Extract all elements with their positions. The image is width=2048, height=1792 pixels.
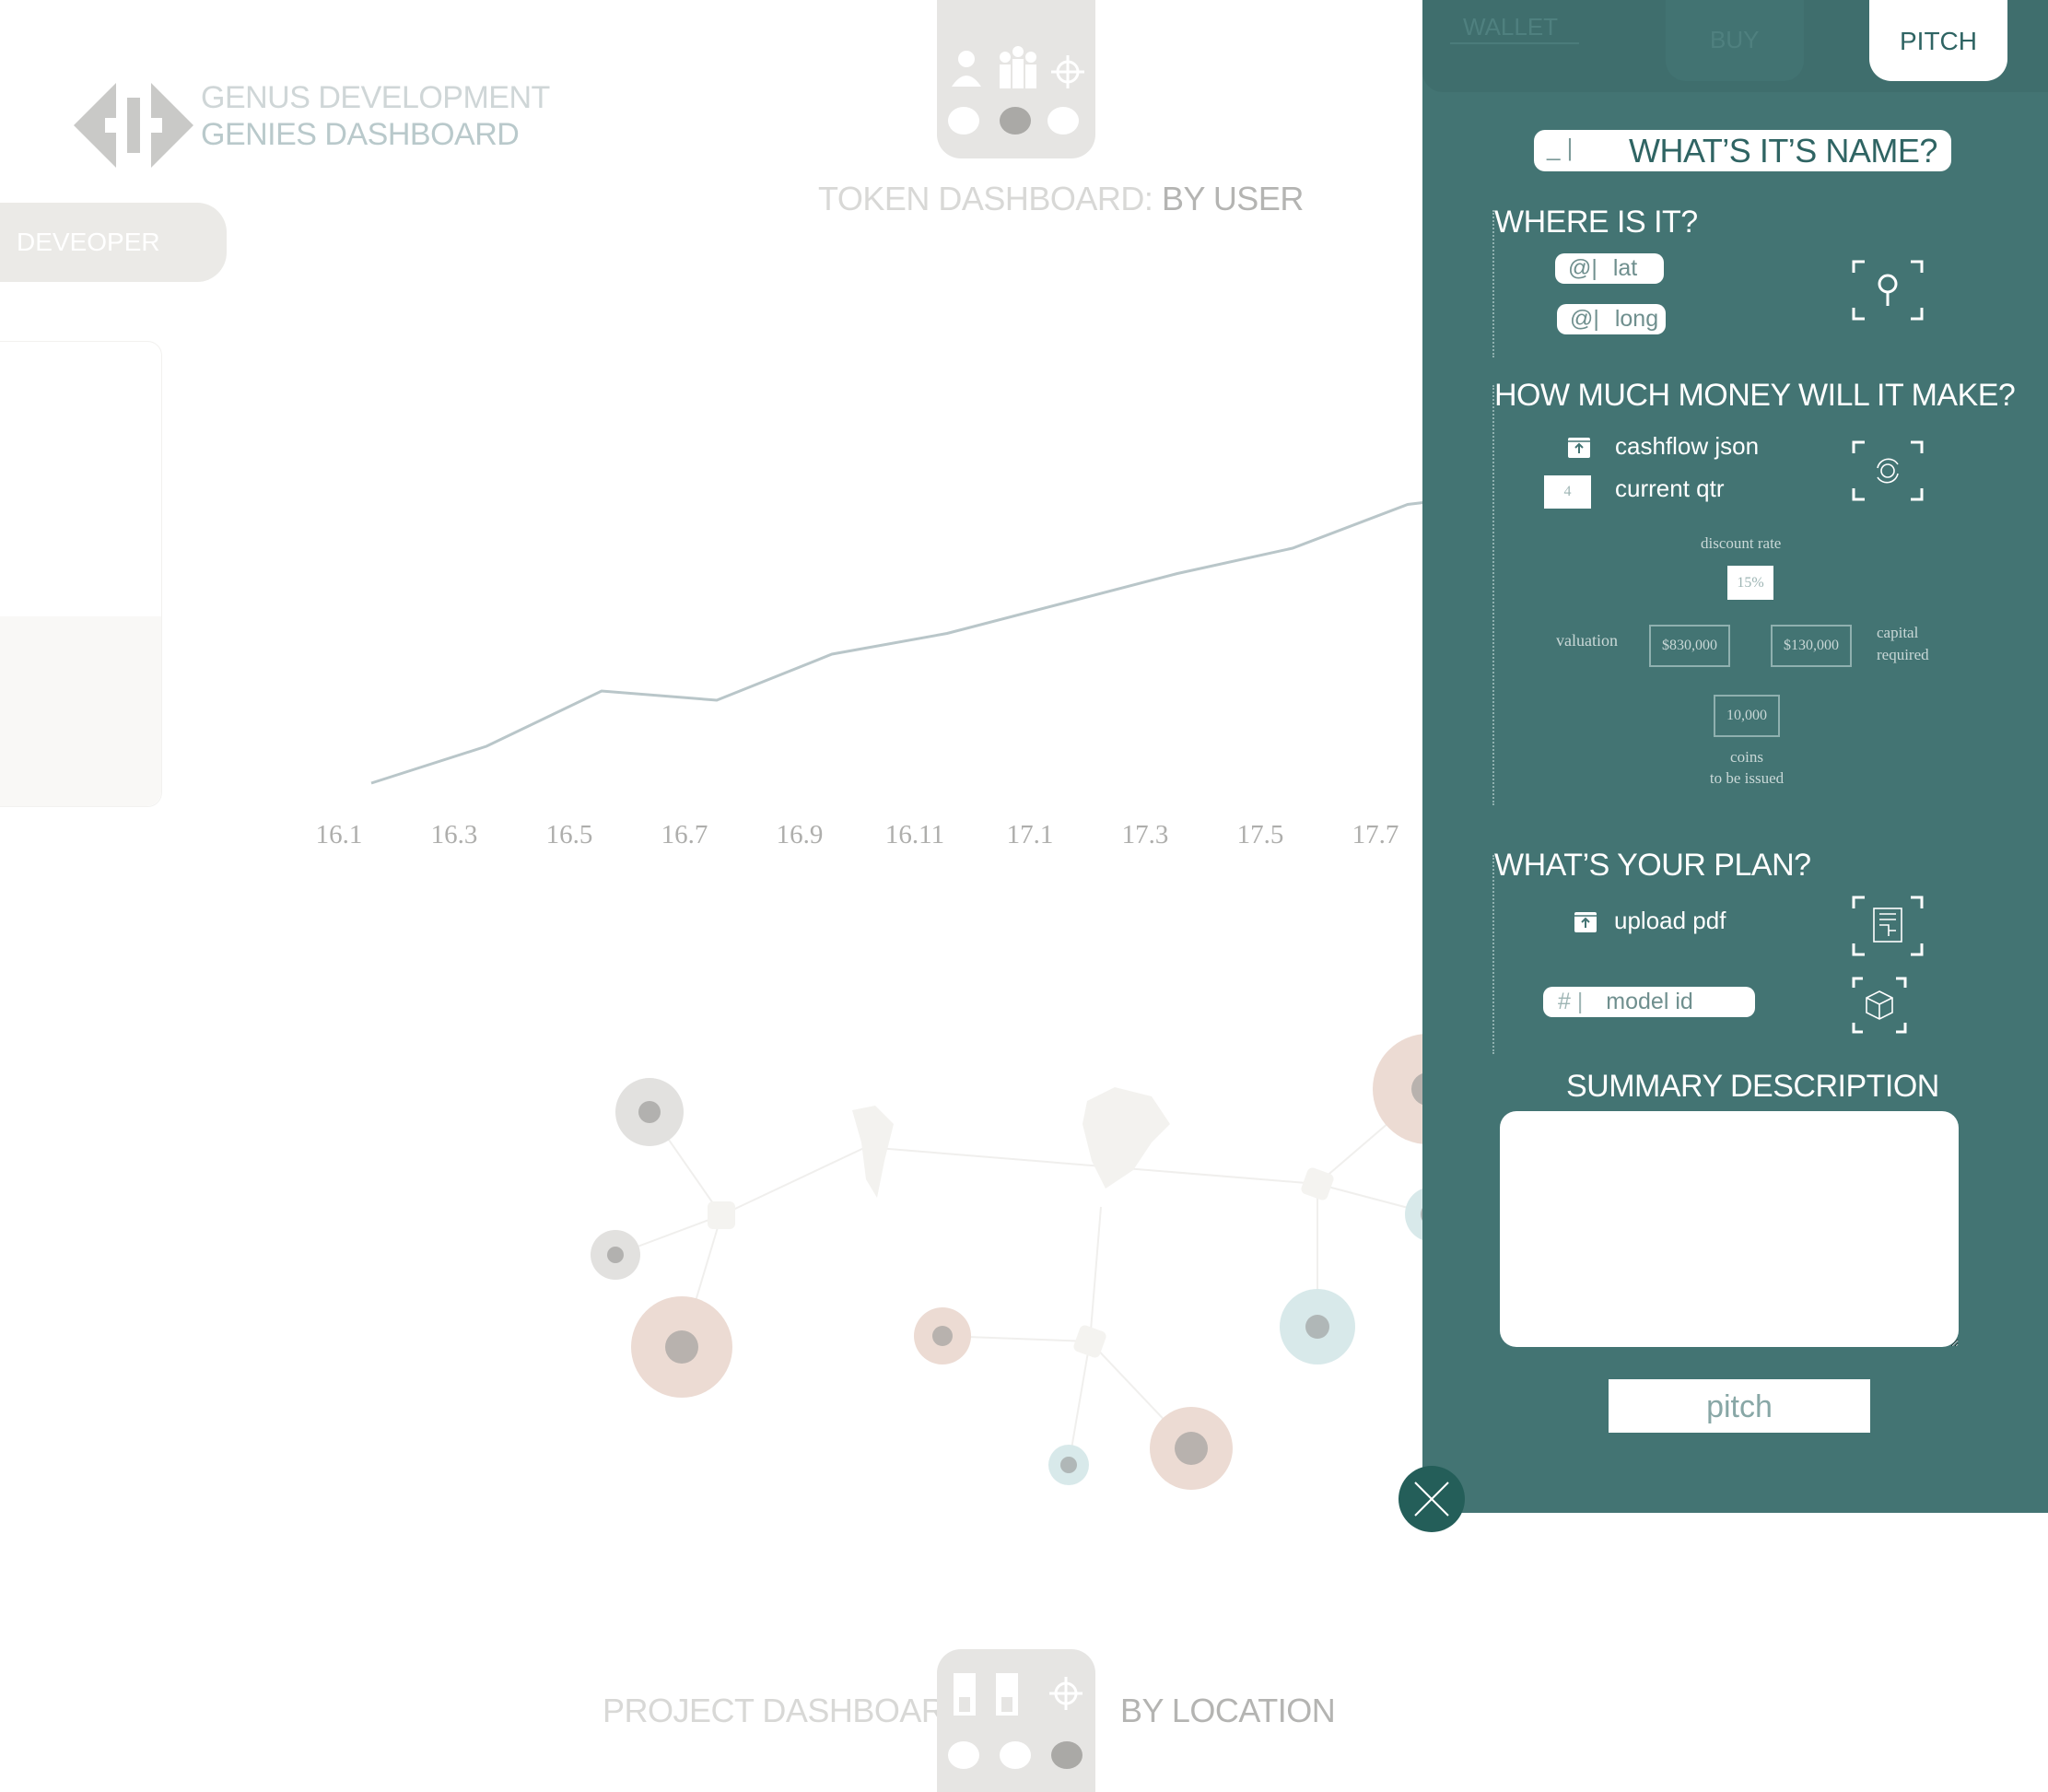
- map-node[interactable]: [1150, 1407, 1233, 1490]
- project-view-toggle[interactable]: [937, 1649, 1095, 1792]
- summary-heading: SUMMARY DESCRIPTION: [1566, 1069, 1939, 1104]
- valuation-label: valuation: [1556, 631, 1618, 650]
- logo: [74, 83, 193, 172]
- brand-title: GENUS DEVELOPMENT GENIES DASHBOARD: [201, 79, 550, 153]
- target-icon: [1051, 55, 1084, 88]
- brand-line-1: GENUS DEVELOPMENT: [201, 80, 550, 115]
- discount-rate-label: discount rate: [1701, 534, 1782, 552]
- capital-required-output: $130,000: [1771, 625, 1852, 667]
- lat-prefix: @|: [1568, 255, 1597, 281]
- location-pin-icon[interactable]: [1852, 260, 1924, 321]
- lat-input[interactable]: @| lat: [1555, 253, 1664, 284]
- current-qtr-input[interactable]: 4: [1544, 475, 1591, 509]
- pitch-button[interactable]: pitch: [1609, 1379, 1870, 1433]
- x-tick-label: 17.5: [1236, 820, 1284, 849]
- x-tick-label: 16.3: [430, 820, 478, 849]
- map-node[interactable]: [631, 1296, 732, 1398]
- lat-placeholder: lat: [1612, 255, 1638, 281]
- model-id-input[interactable]: # | model id: [1543, 987, 1755, 1017]
- model-id-prefix: # |: [1558, 989, 1584, 1014]
- project-dashboard-title: PROJECT DASHBOARD: [603, 1692, 968, 1729]
- close-icon: [1414, 1482, 1449, 1517]
- toggle-dot-1[interactable]: [948, 1741, 979, 1769]
- logo-mark-icon: [74, 83, 193, 168]
- long-placeholder: long: [1614, 306, 1659, 332]
- token-view-toggle[interactable]: [937, 0, 1095, 158]
- section-guide: [1492, 385, 1494, 805]
- location-map: [591, 1034, 1483, 1490]
- upload-pdf-label: upload pdf: [1614, 907, 1726, 934]
- x-tick-label: 17.1: [1006, 820, 1054, 849]
- x-tick-label: 16.9: [776, 820, 824, 849]
- cube-icon[interactable]: [1852, 977, 1907, 1034]
- map-node[interactable]: [914, 1307, 971, 1364]
- map-node[interactable]: [1280, 1289, 1355, 1364]
- long-input[interactable]: @| long: [1557, 304, 1666, 334]
- summary-description-input[interactable]: [1500, 1111, 1959, 1347]
- valuation-output: $830,000: [1649, 625, 1730, 667]
- token-dashboard-title: TOKEN DASHBOARD: BY USER: [818, 180, 1304, 217]
- toggle-dot-2[interactable]: [1000, 1741, 1031, 1769]
- x-tick-label: 16.1: [315, 820, 363, 849]
- long-prefix: @|: [1570, 306, 1599, 332]
- discount-rate-input[interactable]: 15%: [1727, 566, 1773, 600]
- x-tick-label: 17.7: [1352, 820, 1399, 849]
- toggle-dot-3[interactable]: [1051, 1741, 1083, 1769]
- door-icon: [996, 1673, 1018, 1716]
- name-input-placeholder: WHAT’S IT’S NAME?: [1629, 132, 1937, 170]
- blueprint-icon[interactable]: [1852, 896, 1924, 956]
- where-heading: WHERE IS IT?: [1494, 205, 1698, 240]
- coins-label: coins to be issued: [1709, 748, 1785, 787]
- toggle-dot-group[interactable]: [1000, 107, 1031, 135]
- coins-output: 10,000: [1714, 695, 1780, 737]
- tab-wallet[interactable]: WALLET: [1463, 13, 1558, 41]
- map-node[interactable]: [591, 1230, 640, 1280]
- target-icon: [1049, 1677, 1083, 1710]
- map-node[interactable]: [1048, 1445, 1089, 1485]
- capital-required-label: capital required: [1877, 624, 1929, 663]
- south-america-shape: [852, 1106, 894, 1198]
- x-tick-label: 16.11: [884, 820, 945, 849]
- tab-pitch[interactable]: PITCH: [1869, 0, 2007, 81]
- tab-buy[interactable]: BUY: [1710, 26, 1759, 54]
- plan-heading: WHAT’S YOUR PLAN?: [1494, 848, 1811, 883]
- project-name-input[interactable]: _ | WHAT’S IT’S NAME?: [1534, 130, 1951, 171]
- toggle-dot-user[interactable]: [948, 107, 979, 135]
- name-input-prefix: _ |: [1547, 134, 1574, 161]
- cashflow-upload-icon[interactable]: [1568, 438, 1590, 458]
- close-panel-button[interactable]: [1398, 1466, 1465, 1532]
- side-card: [0, 341, 162, 807]
- x-tick-label: 17.3: [1121, 820, 1169, 849]
- group-icon: [1000, 46, 1036, 88]
- current-qtr-label: current qtr: [1615, 474, 1725, 502]
- money-heading: HOW MUCH MONEY WILL IT MAKE?: [1494, 378, 2016, 413]
- currency-exchange-icon[interactable]: [1852, 440, 1924, 501]
- project-dashboard-subtitle: BY LOCATION: [1120, 1692, 1336, 1729]
- developer-info-button[interactable]: DEVEOPER INFO: [0, 203, 227, 335]
- x-tick-label: 16.7: [661, 820, 708, 849]
- door-icon: [954, 1673, 976, 1716]
- section-guide: [1492, 855, 1494, 1054]
- toggle-dot-target[interactable]: [1047, 107, 1079, 135]
- user-icon: [952, 51, 981, 87]
- model-id-placeholder: model id: [1606, 989, 1693, 1014]
- map-node[interactable]: [615, 1078, 684, 1146]
- pdf-upload-icon[interactable]: [1574, 912, 1597, 932]
- cashflow-label: cashflow json: [1615, 432, 1760, 460]
- x-tick-label: 16.5: [545, 820, 593, 849]
- north-america-shape: [1083, 1087, 1170, 1189]
- brand-line-2: GENIES DASHBOARD: [201, 117, 520, 152]
